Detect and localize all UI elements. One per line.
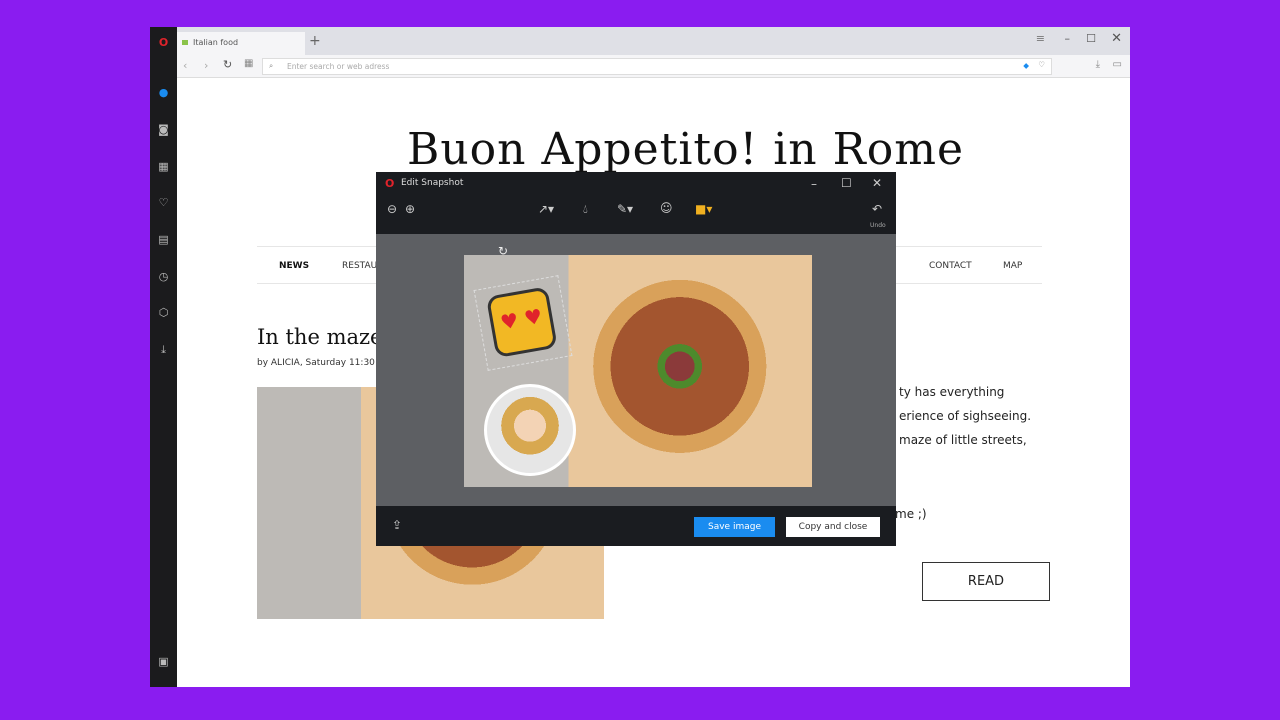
heart-eyes-sticker[interactable]: ♥ ♥ bbox=[485, 286, 558, 359]
article-text-line: ty has everything bbox=[899, 385, 1005, 399]
article-title: In the maze bbox=[257, 325, 383, 349]
speed-dial-icon[interactable]: ▦ bbox=[156, 159, 171, 174]
speed-dial-icon[interactable]: ▦ bbox=[244, 58, 253, 69]
back-icon[interactable]: ‹ bbox=[183, 59, 187, 72]
undo-label: Undo bbox=[870, 222, 886, 229]
article-text-line: erience of sighseeing. bbox=[899, 409, 1032, 423]
zoom-out-icon[interactable]: ⊖ bbox=[387, 202, 397, 216]
downloads-icon[interactable]: ⤓ bbox=[1096, 59, 1100, 70]
pencil-tool-icon[interactable]: ✎▾ bbox=[617, 202, 633, 216]
tab-menu-icon[interactable]: ≡ bbox=[1036, 32, 1045, 45]
nav-news[interactable]: NEWS bbox=[279, 261, 309, 271]
rotate-handle-icon[interactable]: ↻ bbox=[498, 244, 508, 258]
tab-bar: Italian food + ≡ – ☐ ✕ bbox=[177, 27, 1130, 55]
messenger-icon[interactable]: ● bbox=[156, 85, 171, 100]
heart-icon[interactable]: ♡ bbox=[156, 195, 171, 210]
extensions-icon[interactable]: ⬡ bbox=[156, 305, 171, 320]
arrow-tool-icon[interactable]: ↗▾ bbox=[538, 202, 554, 216]
snapshot-canvas: ♥ ♥ ↻ bbox=[376, 234, 896, 506]
nav-map[interactable]: MAP bbox=[1003, 261, 1022, 271]
page-title: Buon Appetito! in Rome bbox=[407, 124, 965, 175]
sticker-selection[interactable]: ♥ ♥ bbox=[473, 275, 573, 371]
close-icon[interactable]: ✕ bbox=[1111, 31, 1122, 46]
zoom-in-icon[interactable]: ⊕ bbox=[405, 202, 415, 216]
favicon-icon bbox=[182, 40, 188, 45]
vpn-shield-icon[interactable]: ◆ bbox=[1023, 61, 1029, 70]
minimize-icon[interactable]: – bbox=[811, 177, 817, 191]
maximize-icon[interactable]: ☐ bbox=[1086, 32, 1096, 45]
battery-icon[interactable]: ▭ bbox=[1113, 59, 1122, 70]
sidebar: O ● ◙ ▦ ♡ ▤ ◷ ⬡ ⤓ ▣ bbox=[150, 27, 177, 687]
bookmark-heart-icon[interactable]: ♡ bbox=[1038, 60, 1045, 69]
article-text-line: me ;) bbox=[895, 507, 927, 521]
opera-logo-icon[interactable]: O bbox=[156, 35, 171, 50]
article-text-line: maze of little streets, bbox=[899, 433, 1027, 447]
nav-contact[interactable]: CONTACT bbox=[929, 261, 972, 271]
camera-icon[interactable]: ◙ bbox=[156, 122, 171, 137]
news-icon[interactable]: ▤ bbox=[156, 232, 171, 247]
copy-and-close-button[interactable]: Copy and close bbox=[786, 517, 880, 537]
read-button[interactable]: READ bbox=[922, 562, 1050, 601]
sticker-tool-icon[interactable]: ■▾ bbox=[695, 202, 712, 216]
edit-snapshot-dialog: O Edit Snapshot – ☐ ✕ ⊖ ⊕ ↗▾ 💧︎ ✎▾ ☺ ■▾ … bbox=[376, 172, 896, 546]
byline: by ALICIA, Saturday 11:30 bbox=[257, 358, 375, 368]
minimize-icon[interactable]: – bbox=[1065, 32, 1071, 45]
history-icon[interactable]: ◷ bbox=[156, 269, 171, 284]
url-placeholder: Enter search or web adress bbox=[287, 62, 390, 71]
selfie-image[interactable] bbox=[484, 384, 576, 476]
maximize-icon[interactable]: ☐ bbox=[841, 176, 852, 190]
selfie-tool-icon[interactable]: ☺ bbox=[660, 201, 673, 215]
new-tab-button[interactable]: + bbox=[309, 33, 321, 49]
reload-icon[interactable]: ↻ bbox=[223, 58, 232, 71]
dialog-title: Edit Snapshot bbox=[401, 178, 464, 188]
opera-logo-icon: O bbox=[385, 177, 395, 190]
tab-title: Italian food bbox=[193, 38, 239, 47]
save-image-button[interactable]: Save image bbox=[694, 517, 775, 537]
sidebar-toggle-icon[interactable]: ▣ bbox=[156, 654, 171, 669]
address-bar: ‹ › ↻ ▦ ⌕ Enter search or web adress ◆ ♡ … bbox=[177, 55, 1130, 78]
share-icon[interactable]: ⇪ bbox=[392, 518, 402, 532]
close-icon[interactable]: ✕ bbox=[872, 176, 882, 190]
search-icon: ⌕ bbox=[269, 61, 274, 70]
forward-icon[interactable]: › bbox=[204, 59, 208, 72]
url-input[interactable]: ⌕ Enter search or web adress ◆ ♡ bbox=[262, 58, 1052, 75]
tab-italian-food[interactable]: Italian food bbox=[177, 32, 305, 55]
undo-icon[interactable]: ↶ bbox=[872, 202, 882, 216]
download-icon[interactable]: ⤓ bbox=[156, 342, 171, 357]
blur-tool-icon[interactable]: 💧︎ bbox=[583, 202, 588, 217]
